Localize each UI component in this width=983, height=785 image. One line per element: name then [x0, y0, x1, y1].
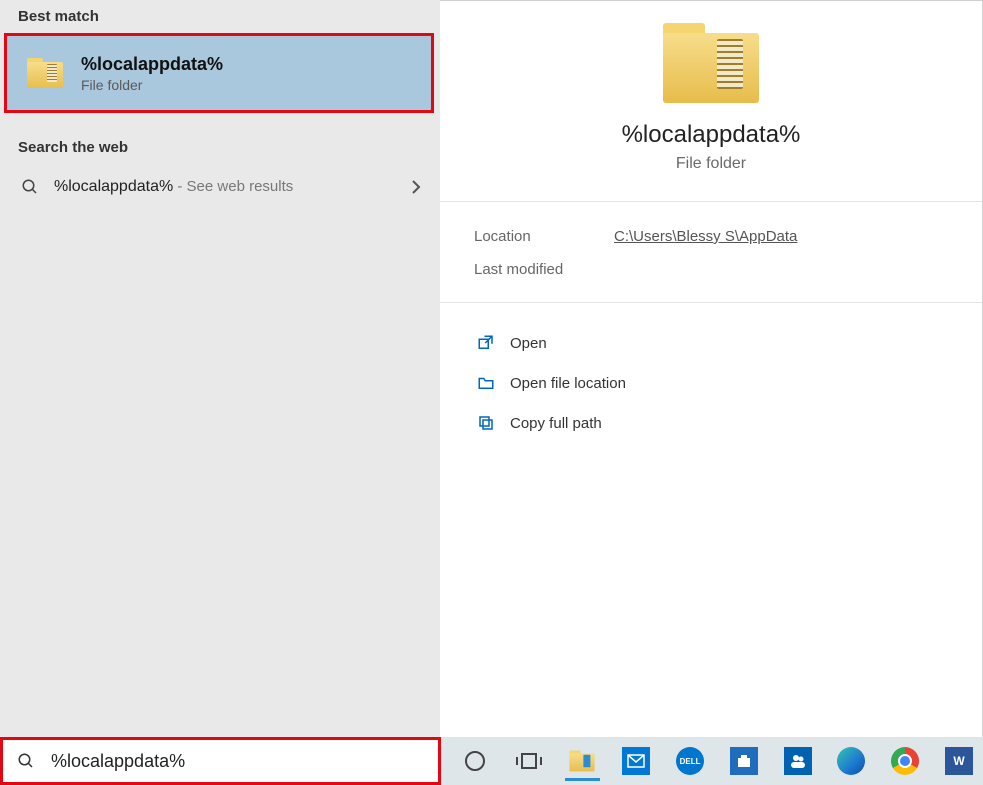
- open-icon: [470, 334, 502, 352]
- folder-location-icon: [470, 374, 502, 392]
- folder-icon: [663, 23, 759, 103]
- copy-icon: [470, 414, 502, 432]
- taskbar-edge[interactable]: [828, 740, 876, 782]
- action-label: Open: [510, 335, 547, 352]
- preview-pane: %localappdata% File folder Location C:\U…: [440, 0, 983, 737]
- taskbar-file-explorer[interactable]: [559, 740, 607, 782]
- preview-actions: Open Open file location Copy full path: [440, 303, 982, 463]
- taskbar-dell[interactable]: DELL: [666, 740, 714, 782]
- preview-title: %localappdata%: [440, 121, 982, 149]
- best-match-item[interactable]: %localappdata% File folder: [4, 33, 434, 113]
- taskbar-taskview[interactable]: [505, 740, 553, 782]
- folder-icon: [27, 58, 63, 88]
- taskbar-word[interactable]: W: [935, 740, 983, 782]
- preview-subtitle: File folder: [440, 155, 982, 173]
- location-label: Location: [474, 228, 614, 245]
- last-modified-label: Last modified: [474, 261, 614, 278]
- taskbar-chrome[interactable]: [881, 740, 929, 782]
- search-box[interactable]: [0, 737, 441, 785]
- search-icon: [17, 752, 37, 770]
- taskbar-cortana[interactable]: [451, 740, 499, 782]
- best-match-title: %localappdata%: [81, 54, 223, 75]
- location-value[interactable]: C:\Users\Blessy S\AppData: [614, 228, 797, 245]
- search-input[interactable]: [51, 751, 411, 772]
- search-results-pane: Best match %localappdata% File folder Se…: [0, 0, 440, 737]
- web-hint: - See web results: [173, 178, 293, 195]
- search-web-header: Search the web: [0, 131, 440, 160]
- action-label: Copy full path: [510, 415, 602, 432]
- taskbar: DELL W: [441, 737, 983, 785]
- action-open[interactable]: Open: [470, 323, 952, 363]
- taskbar-store[interactable]: [720, 740, 768, 782]
- action-label: Open file location: [510, 375, 626, 392]
- action-open-location[interactable]: Open file location: [470, 363, 952, 403]
- action-copy-path[interactable]: Copy full path: [470, 403, 952, 443]
- chevron-right-icon: [410, 179, 422, 195]
- search-icon: [18, 178, 42, 196]
- taskbar-people[interactable]: [774, 740, 822, 782]
- taskbar-mail[interactable]: [612, 740, 660, 782]
- preview-metadata: Location C:\Users\Blessy S\AppData Last …: [440, 202, 982, 303]
- search-web-result[interactable]: %localappdata% - See web results: [0, 160, 440, 214]
- web-query: %localappdata%: [54, 178, 173, 195]
- best-match-header: Best match: [0, 0, 440, 29]
- best-match-subtitle: File folder: [81, 77, 223, 93]
